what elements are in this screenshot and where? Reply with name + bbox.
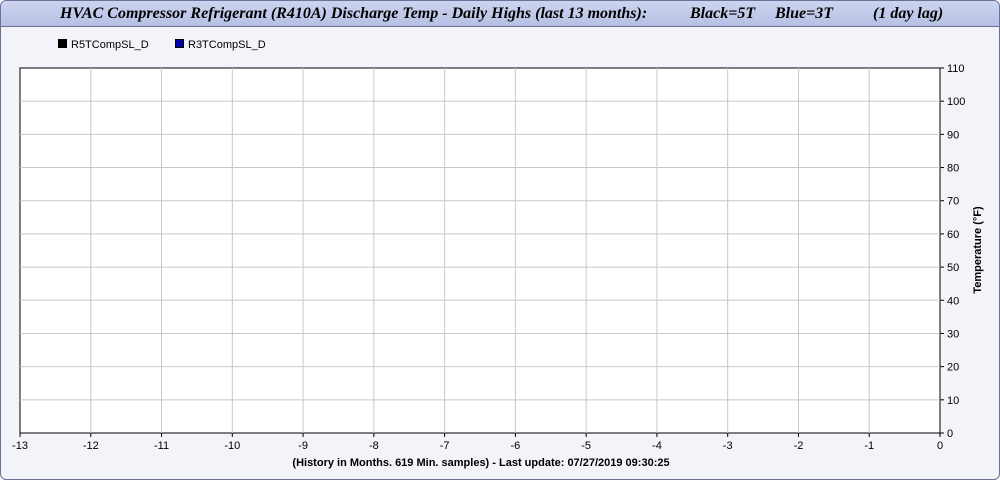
x-tick-label: -13 (12, 440, 28, 452)
y-tick-label: 90 (947, 129, 959, 141)
y-axis-title: Temperature (°F) (972, 206, 984, 294)
plot-area (19, 67, 941, 434)
y-tick-label: 110 (947, 63, 965, 75)
y-tick-label: 60 (947, 229, 959, 241)
x-tick-label: -2 (794, 440, 804, 452)
y-tick-label: 10 (947, 395, 959, 407)
x-tick-label: -5 (581, 440, 591, 452)
y-tick-label: 100 (947, 96, 965, 108)
y-tick-label: 20 (947, 362, 959, 374)
y-tick-label: 40 (947, 295, 959, 307)
chart-svg: -13 -12 -11 -10 -9 -8 -7 -6 -5 -4 -3 -2 -1 0 01020304… (12, 63, 984, 469)
y-axis: 0 10 20 30 40 50 60 70 80 90 100 110 (940, 63, 965, 440)
y-tick-label: 30 (947, 328, 959, 340)
footer-caption: (History in Months. 619 Min. samples) - … (292, 457, 669, 469)
x-axis: -13 -12 -11 -10 -9 -8 -7 -6 -5 -4 -3 -2 -1 0 (12, 433, 943, 452)
x-tick-label: -1 (864, 440, 874, 452)
y-tick-label: 80 (947, 163, 959, 175)
y-tick-label: 50 (947, 262, 959, 274)
x-tick-label: -9 (298, 440, 308, 452)
x-tick-label: -3 (723, 440, 733, 452)
x-tick-label: -8 (369, 440, 379, 452)
y-tick-label: 0 (947, 428, 953, 440)
y-tick-label: 70 (947, 196, 959, 208)
x-tick-label: -11 (154, 440, 169, 452)
x-tick-label: -10 (224, 440, 240, 452)
x-tick-label: -6 (510, 440, 520, 452)
x-tick-label: 0 (937, 440, 943, 452)
x-tick-label: -7 (440, 440, 450, 452)
x-tick-label: -4 (652, 440, 662, 452)
x-tick-label: -12 (83, 440, 99, 452)
